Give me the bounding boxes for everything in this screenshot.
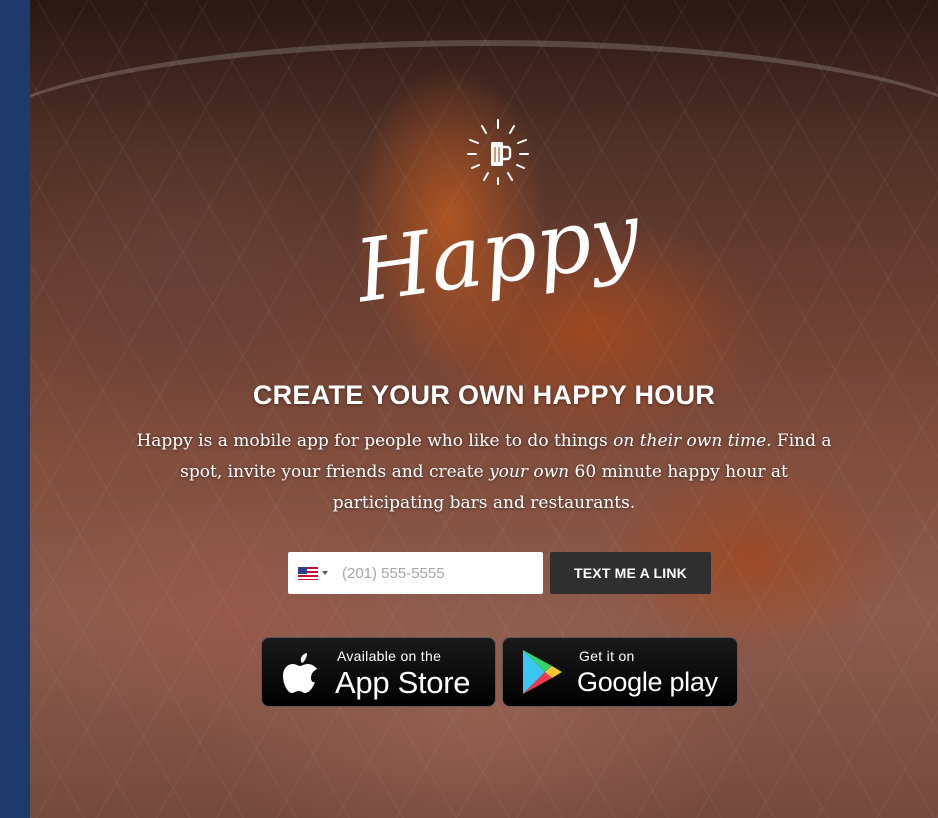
google-play-badge[interactable]: Get it on Google play (502, 637, 738, 707)
apple-icon (283, 653, 317, 693)
description-emphasis-2: your own (489, 462, 570, 482)
text-me-a-link-button[interactable]: TEXT ME A LINK (550, 552, 711, 594)
app-store-badge[interactable]: Available on the App Store (261, 637, 496, 707)
google-play-large-text: Google play (577, 667, 718, 697)
description: Happy is a mobile app for people who lik… (130, 426, 838, 519)
left-edge-bar (0, 0, 30, 818)
google-play-small-text: Get it on (579, 648, 635, 664)
phone-input-wrapper (288, 552, 543, 594)
country-select[interactable] (298, 566, 332, 580)
app-store-large-text: App Store (335, 665, 471, 700)
happy-logo: Happy (360, 184, 640, 323)
headline: CREATE YOUR OWN HAPPY HOUR (252, 380, 716, 410)
app-store-small-text: Available on the (337, 648, 442, 664)
hero-content: Happy CREATE YOUR OWN HAPPY HOUR Happy i… (30, 0, 938, 818)
us-flag-icon (298, 567, 318, 580)
description-emphasis-1: on their own time. (613, 431, 772, 451)
description-part-1: Happy is a mobile app for people who lik… (136, 431, 614, 451)
caret-down-icon (322, 571, 328, 575)
page: Happy CREATE YOUR OWN HAPPY HOUR Happy i… (0, 0, 938, 818)
phone-form: TEXT ME A LINK (288, 552, 712, 594)
logo-text: Happy (360, 184, 640, 323)
google-play-icon (523, 650, 562, 694)
phone-input[interactable] (342, 552, 538, 594)
